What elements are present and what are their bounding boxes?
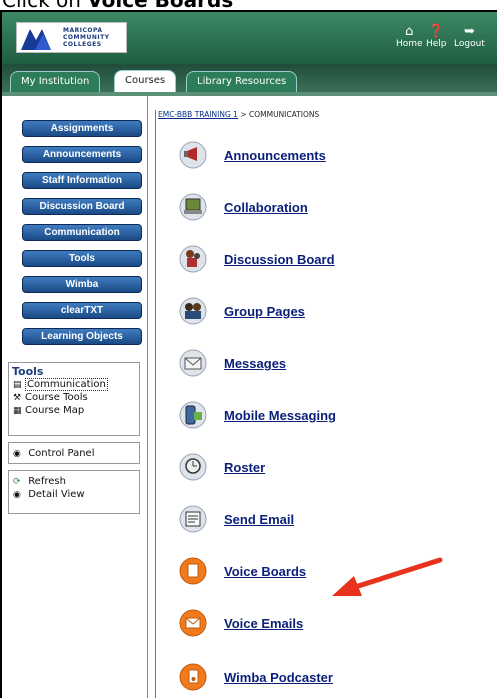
group-pages-icon [179, 297, 207, 325]
menu-wimba-button[interactable]: Wimba [22, 276, 142, 293]
tool-course-tools-link[interactable]: ⚒ Course Tools [9, 391, 139, 404]
home-icon: ⌂ [405, 24, 414, 39]
voice-emails-icon [179, 609, 207, 637]
course-map-icon: ▦ [13, 406, 22, 416]
help-icon: ❓ [428, 24, 445, 39]
detail-view-link[interactable]: ◉ Detail View [9, 488, 139, 501]
menu-learning-objects-button[interactable]: Learning Objects [22, 328, 142, 345]
mountain-logo-icon [21, 29, 51, 50]
logout-icon: ➥ [463, 24, 475, 39]
control-panel-link[interactable]: ◉ Control Panel [9, 447, 139, 460]
breadcrumb: EMC-BBB TRAINING 1 > COMMUNICATIONS [158, 110, 320, 119]
roster-icon [179, 453, 207, 481]
menu-cleartxt-button[interactable]: clearTXT [22, 302, 142, 319]
home-link[interactable]: ⌂ Home [396, 24, 423, 49]
tab-my-institution[interactable]: My Institution [10, 71, 101, 92]
tab-bar: My Institution Courses Library Resources [2, 64, 497, 93]
voice-boards-icon [179, 557, 207, 585]
header-bar: MARICOPA COMMUNITY COLLEGES ⌂ Home ❓ Hel… [2, 12, 497, 64]
detail-view-icon: ◉ [13, 490, 21, 500]
red-arrow-icon [332, 557, 443, 596]
refresh-link[interactable]: ⟳ Refresh [9, 475, 139, 488]
control-panel-box: ◉ Control Panel [8, 442, 140, 464]
tab-library-resources[interactable]: Library Resources [186, 71, 298, 92]
content-divider [155, 110, 156, 698]
menu-tools-button[interactable]: Tools [22, 250, 142, 267]
send-email-icon [179, 505, 207, 533]
menu-discussion-board-button[interactable]: Discussion Board [22, 198, 142, 215]
breadcrumb-course-link[interactable]: EMC-BBB TRAINING 1 [158, 110, 238, 119]
tab-courses[interactable]: Courses [114, 70, 177, 93]
menu-staff-information-button[interactable]: Staff Information [22, 172, 142, 189]
tool-communication-link[interactable]: ▤ Communication [9, 378, 139, 391]
wimba-podcaster-icon [179, 663, 207, 691]
course-menu: Assignments Announcements Staff Informat… [2, 96, 148, 698]
main-content: EMC-BBB TRAINING 1 > COMMUNICATIONS Anno… [150, 96, 497, 698]
announcements-icon [179, 141, 207, 169]
collaboration-icon [179, 193, 207, 221]
help-link[interactable]: ❓ Help [426, 24, 447, 49]
messages-icon [179, 349, 207, 377]
menu-assignments-button[interactable]: Assignments [22, 120, 142, 137]
menu-announcements-button[interactable]: Announcements [22, 146, 142, 163]
view-options-box: ⟳ Refresh ◉ Detail View [8, 470, 140, 514]
menu-communication-button[interactable]: Communication [22, 224, 142, 241]
mobile-messaging-icon [179, 401, 207, 429]
logout-link[interactable]: ➥ Logout [454, 24, 485, 49]
logo-text: MARICOPA COMMUNITY COLLEGES [63, 27, 110, 48]
breadcrumb-current: COMMUNICATIONS [249, 110, 320, 119]
tools-panel: Tools ▤ Communication ⚒ Course Tools ▦ Cour… [8, 362, 140, 436]
tools-panel-title: Tools [12, 365, 44, 378]
control-panel-icon: ◉ [13, 449, 21, 459]
maricopa-logo[interactable]: MARICOPA COMMUNITY COLLEGES [16, 22, 127, 53]
discussion-board-icon [179, 245, 207, 273]
tool-course-map-link[interactable]: ▦ Course Map [9, 404, 139, 417]
